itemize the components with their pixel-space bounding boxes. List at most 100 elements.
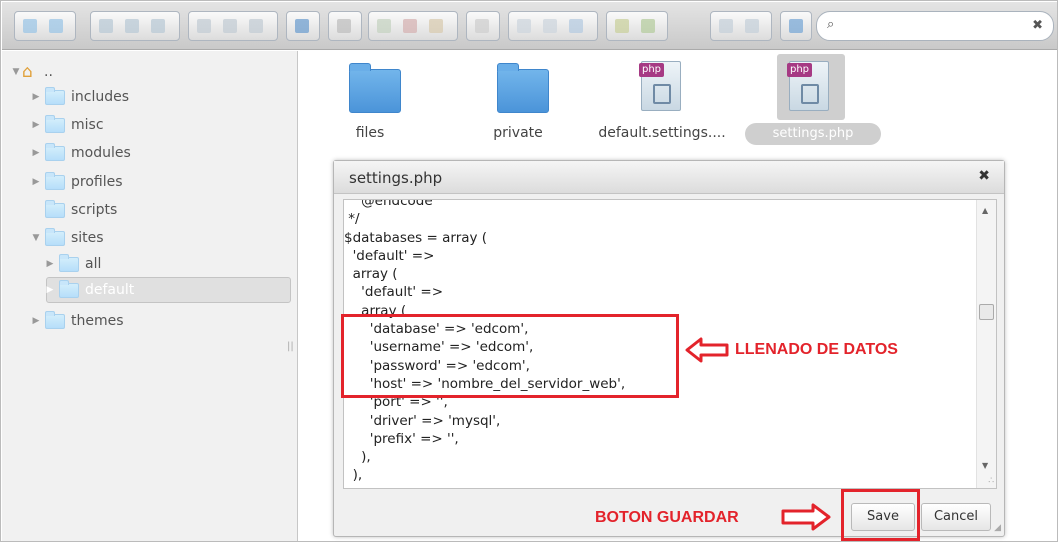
sidebar-item-default[interactable]: ▶ default bbox=[44, 277, 134, 303]
code-line: @endcode bbox=[344, 199, 433, 209]
tree-root-label: .. bbox=[44, 64, 53, 80]
scroll-thumb[interactable] bbox=[979, 304, 994, 320]
save-button-hint-label: BOTON GUARDAR bbox=[595, 509, 739, 526]
folder-icon bbox=[59, 279, 79, 298]
php-badge: php bbox=[639, 63, 665, 77]
search-box: ⌕ ✖ bbox=[816, 11, 1054, 41]
file-item-private[interactable]: private bbox=[463, 125, 573, 141]
save-highlight-box bbox=[841, 489, 920, 541]
view-icon[interactable] bbox=[333, 15, 355, 37]
extract-icon[interactable] bbox=[611, 15, 633, 37]
upload-icon[interactable] bbox=[637, 15, 659, 37]
list-view-icon[interactable] bbox=[741, 15, 763, 37]
icons-view-icon[interactable] bbox=[715, 15, 737, 37]
folder-icon bbox=[45, 86, 65, 105]
file-item-files[interactable]: files bbox=[315, 125, 425, 141]
view-group bbox=[328, 11, 362, 41]
sidebar-item-sites[interactable]: ▼ sites bbox=[30, 225, 104, 251]
folder-icon bbox=[45, 199, 65, 218]
sidebar-item-modules[interactable]: ▶ modules bbox=[30, 140, 131, 166]
copy-icon[interactable] bbox=[193, 15, 215, 37]
code-line: 'default' => bbox=[344, 284, 444, 301]
vertical-scrollbar[interactable]: ▲ ▼ bbox=[976, 200, 996, 488]
file-name: default.settings.... bbox=[598, 125, 726, 141]
sidebar-item-label: includes bbox=[71, 89, 130, 105]
duplicate-icon[interactable] bbox=[513, 15, 535, 37]
sidebar-item-label: modules bbox=[71, 145, 131, 161]
edit-group bbox=[188, 11, 278, 41]
sidebar-item-label: scripts bbox=[71, 202, 118, 218]
sidebar-item-all[interactable]: ▶ all bbox=[44, 251, 101, 277]
cut-icon[interactable] bbox=[399, 15, 421, 37]
collapsed-arrow-icon[interactable]: ▶ bbox=[30, 316, 42, 326]
close-icon[interactable]: ✖ bbox=[978, 168, 990, 184]
new-file-icon[interactable] bbox=[373, 15, 395, 37]
left-arrow-icon bbox=[685, 337, 729, 363]
collapsed-arrow-icon[interactable]: ▶ bbox=[30, 177, 42, 187]
right-arrow-icon bbox=[781, 503, 831, 531]
file-item-default-settings[interactable]: default.settings.... bbox=[597, 125, 727, 141]
php-file-icon[interactable]: php bbox=[787, 61, 829, 111]
code-line: 'prefix' => '', bbox=[344, 430, 459, 447]
code-line: ), bbox=[344, 449, 371, 466]
sidebar-item-themes[interactable]: ▶ themes bbox=[30, 308, 124, 334]
home-icon[interactable] bbox=[95, 15, 117, 37]
sidebar-item-label: misc bbox=[71, 117, 104, 133]
sidebar-tree: ▼ ⌂ .. ▶ includes ▶ misc ▶ modules ▶ pro… bbox=[2, 51, 298, 541]
collapsed-arrow-icon[interactable]: ▶ bbox=[30, 120, 42, 130]
help-group bbox=[780, 11, 812, 41]
php-file-icon[interactable]: php bbox=[639, 61, 681, 111]
sidebar-item-label: sites bbox=[71, 230, 104, 246]
expand-arrow-icon[interactable]: ▼ bbox=[10, 67, 22, 77]
nav-group bbox=[14, 11, 76, 41]
cancel-button[interactable]: Cancel bbox=[921, 503, 991, 531]
back-icon[interactable] bbox=[19, 15, 41, 37]
scroll-up-icon[interactable]: ▲ bbox=[982, 206, 988, 215]
clear-search-icon[interactable]: ✖ bbox=[1032, 18, 1043, 33]
code-line: */ bbox=[344, 211, 360, 228]
forward-icon[interactable] bbox=[45, 15, 67, 37]
help-icon[interactable] bbox=[785, 15, 807, 37]
folder-icon bbox=[59, 253, 79, 272]
rename-icon[interactable] bbox=[471, 15, 493, 37]
collapsed-arrow-icon[interactable]: ▶ bbox=[30, 92, 42, 102]
sidebar-item-misc[interactable]: ▶ misc bbox=[30, 112, 104, 138]
select-icon[interactable] bbox=[245, 15, 267, 37]
php-badge: php bbox=[787, 63, 813, 77]
sidebar-item-profiles[interactable]: ▶ profiles bbox=[30, 169, 123, 195]
collapsed-arrow-icon[interactable]: ▶ bbox=[44, 259, 56, 269]
code-line: ); bbox=[344, 485, 625, 488]
folder-icon bbox=[45, 310, 65, 329]
save-icon[interactable] bbox=[147, 15, 169, 37]
panel-resize-handle[interactable]: || bbox=[287, 341, 294, 352]
search-input[interactable] bbox=[845, 17, 1025, 35]
sidebar-item-includes[interactable]: ▶ includes bbox=[30, 84, 129, 110]
expand-arrow-icon[interactable]: ▼ bbox=[30, 233, 42, 243]
code-line: array ( bbox=[344, 266, 398, 283]
archive-icon[interactable] bbox=[539, 15, 561, 37]
dialog-titlebar[interactable]: settings.php ✖ bbox=[334, 161, 1004, 194]
info-icon[interactable] bbox=[291, 15, 313, 37]
folder-icon[interactable] bbox=[349, 63, 401, 113]
textarea-resize-grip-icon[interactable]: ∴ bbox=[988, 476, 994, 486]
toolbar: ⌕ ✖ bbox=[2, 2, 1057, 50]
code-line: 'default' => bbox=[344, 247, 435, 264]
sidebar-item-label: default bbox=[85, 282, 135, 298]
tree-root[interactable]: ▼ ⌂ .. bbox=[10, 59, 53, 85]
reload-icon[interactable] bbox=[121, 15, 143, 37]
move-icon[interactable] bbox=[565, 15, 587, 37]
sidebar-item-label: profiles bbox=[71, 174, 123, 190]
paste-icon[interactable] bbox=[219, 15, 241, 37]
collapsed-arrow-icon[interactable]: ▶ bbox=[44, 285, 56, 295]
scroll-down-icon[interactable]: ▼ bbox=[982, 461, 988, 470]
sidebar-item-scripts[interactable]: scripts bbox=[30, 197, 117, 223]
code-line: ), bbox=[344, 467, 363, 484]
data-fill-highlight-box bbox=[341, 314, 679, 398]
delete-icon[interactable] bbox=[425, 15, 447, 37]
dialog-resize-grip-icon[interactable]: ◢ bbox=[994, 523, 1001, 533]
folder-icon[interactable] bbox=[497, 63, 549, 113]
file-item-settings[interactable]: settings.php bbox=[745, 123, 881, 145]
collapsed-arrow-icon[interactable]: ▶ bbox=[30, 148, 42, 158]
clipboard-group bbox=[368, 11, 458, 41]
code-line: $databases = array ( bbox=[344, 229, 488, 246]
